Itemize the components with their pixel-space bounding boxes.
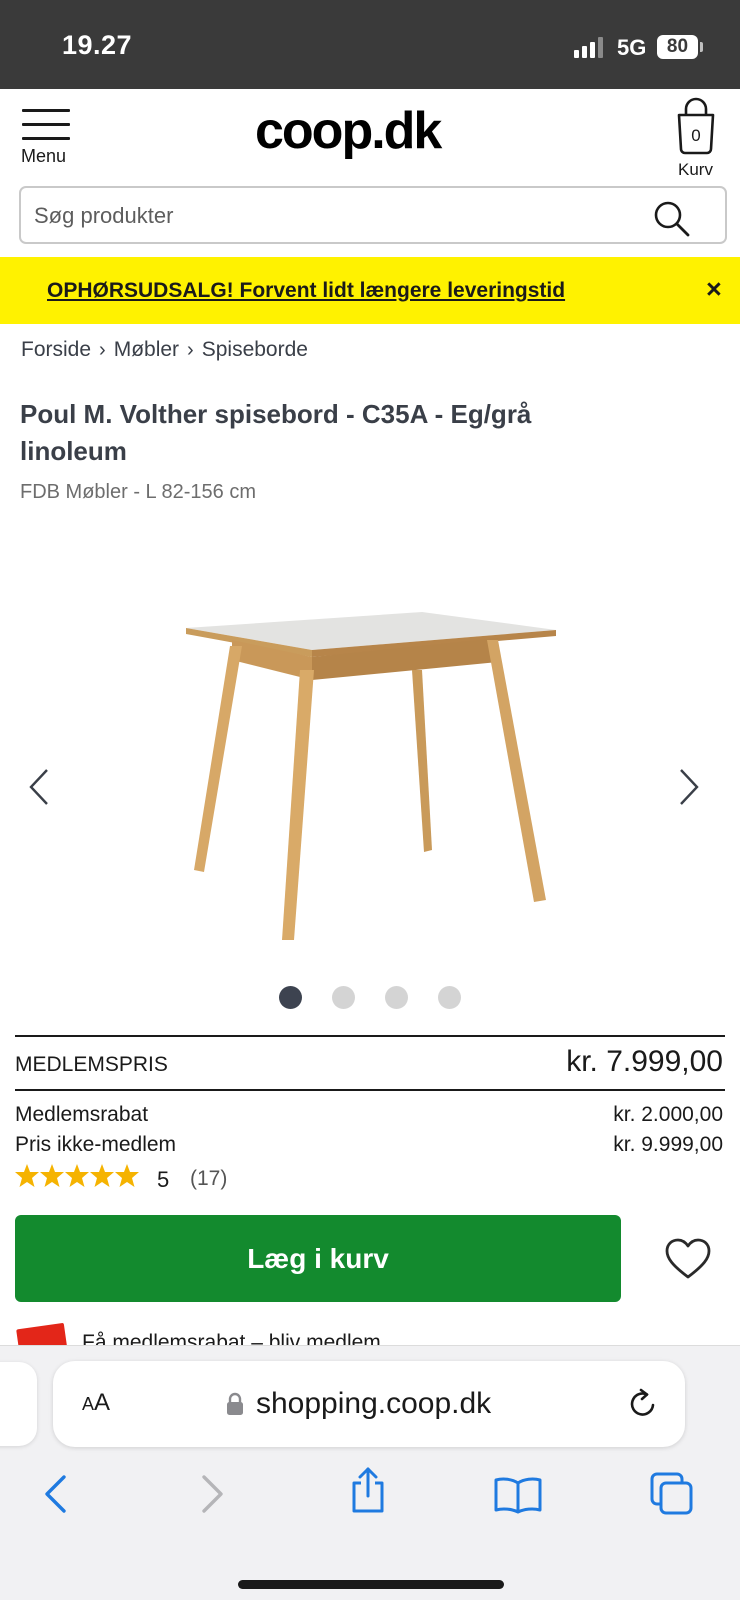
- url-text: shopping.coop.dk: [256, 1387, 492, 1420]
- promo-link[interactable]: OPHØRSUDSALG! Forvent lidt længere lever…: [47, 279, 565, 303]
- star-icon: [40, 1164, 64, 1187]
- product-title: Poul M. Volther spisebord - C35A - Eg/gr…: [20, 399, 532, 466]
- browser-toolbar: AA shopping.coop.dk: [0, 1345, 740, 1600]
- gallery-dot-4[interactable]: [438, 986, 461, 1009]
- rating-value: 5: [157, 1167, 170, 1192]
- back-icon[interactable]: [42, 1474, 68, 1514]
- cart-count: 0: [691, 126, 701, 145]
- hamburger-icon-bar: [22, 123, 70, 126]
- text-size-button[interactable]: AA: [82, 1389, 110, 1417]
- battery-cap: [700, 42, 703, 52]
- bookmarks-icon[interactable]: [494, 1476, 542, 1514]
- home-indicator: [238, 1580, 504, 1589]
- nonmember-price-value: kr. 9.999,00: [613, 1133, 723, 1156]
- discount-value: kr. 2.000,00: [613, 1103, 723, 1126]
- search-placeholder: Søg produkter: [34, 203, 174, 228]
- review-count[interactable]: (17): [190, 1167, 227, 1191]
- reload-icon[interactable]: [627, 1388, 659, 1420]
- product-image: [186, 612, 556, 940]
- heart-icon[interactable]: [664, 1238, 712, 1280]
- hamburger-icon-bar: [22, 137, 70, 140]
- forward-icon[interactable]: [200, 1474, 226, 1514]
- close-icon[interactable]: ×: [706, 276, 722, 303]
- site-logo[interactable]: coop.dk: [255, 101, 442, 161]
- member-promo[interactable]: Få medlemsrabat – bliv medlem: [0, 1322, 740, 1346]
- signal-icon: [574, 36, 604, 58]
- search-input[interactable]: Søg produkter: [19, 186, 727, 244]
- hamburger-icon: [22, 109, 70, 112]
- chevron-left-icon[interactable]: [28, 768, 50, 806]
- breadcrumb-separator: ›: [99, 339, 106, 361]
- star-icon: [15, 1164, 39, 1187]
- member-price-label: MEDLEMSPRIS: [15, 1053, 168, 1076]
- rating-stars[interactable]: [15, 1163, 140, 1189]
- breadcrumb-item-mobler[interactable]: Møbler: [114, 338, 179, 361]
- breadcrumb-item-forside[interactable]: Forside: [21, 338, 91, 361]
- gallery-dot-3[interactable]: [385, 986, 408, 1009]
- divider: [15, 1035, 725, 1037]
- cart-button[interactable]: 0 Kurv: [672, 97, 728, 179]
- tabs-icon[interactable]: [650, 1472, 694, 1516]
- breadcrumb-item-spiseborde[interactable]: Spiseborde: [202, 338, 308, 361]
- star-icon: [115, 1164, 139, 1187]
- discount-label: Medlemsrabat: [15, 1103, 149, 1126]
- status-bar: 19.27 5G 80: [0, 0, 740, 89]
- network-label: 5G: [617, 35, 647, 60]
- promo-banner: OPHØRSUDSALG! Forvent lidt længere lever…: [0, 257, 740, 324]
- menu-button[interactable]: Menu: [20, 109, 76, 169]
- member-card-icon: [16, 1322, 68, 1346]
- lock-icon: [227, 1392, 243, 1415]
- breadcrumb-separator: ›: [187, 339, 194, 361]
- search-icon[interactable]: [653, 200, 691, 238]
- star-icon: [65, 1164, 89, 1187]
- product-gallery[interactable]: [0, 570, 740, 970]
- member-price: kr. 7.999,00: [566, 1045, 723, 1078]
- share-icon[interactable]: [348, 1466, 388, 1514]
- divider: [15, 1089, 725, 1091]
- address-bar[interactable]: AA shopping.coop.dk: [53, 1361, 685, 1447]
- site-header: Menu coop.dk 0 Kurv: [0, 89, 740, 179]
- breadcrumb: Forside › Møbler › Spiseborde: [21, 338, 308, 362]
- gallery-dot-1[interactable]: [279, 986, 302, 1009]
- menu-label: Menu: [21, 146, 67, 166]
- nonmember-price-label: Pris ikke-medlem: [15, 1133, 177, 1156]
- gallery-dot-2[interactable]: [332, 986, 355, 1009]
- cart-label: Kurv: [678, 160, 713, 179]
- previous-tab-peek[interactable]: [0, 1362, 37, 1446]
- chevron-right-icon[interactable]: [678, 768, 700, 806]
- status-time: 19.27: [62, 30, 133, 60]
- add-to-cart-button[interactable]: Læg i kurv: [15, 1215, 621, 1302]
- battery-icon: 80: [657, 35, 698, 59]
- product-subtitle: FDB Møbler - L 82-156 cm: [20, 481, 256, 503]
- star-icon: [90, 1164, 114, 1187]
- member-promo-text: Få medlemsrabat – bliv medlem: [82, 1331, 381, 1346]
